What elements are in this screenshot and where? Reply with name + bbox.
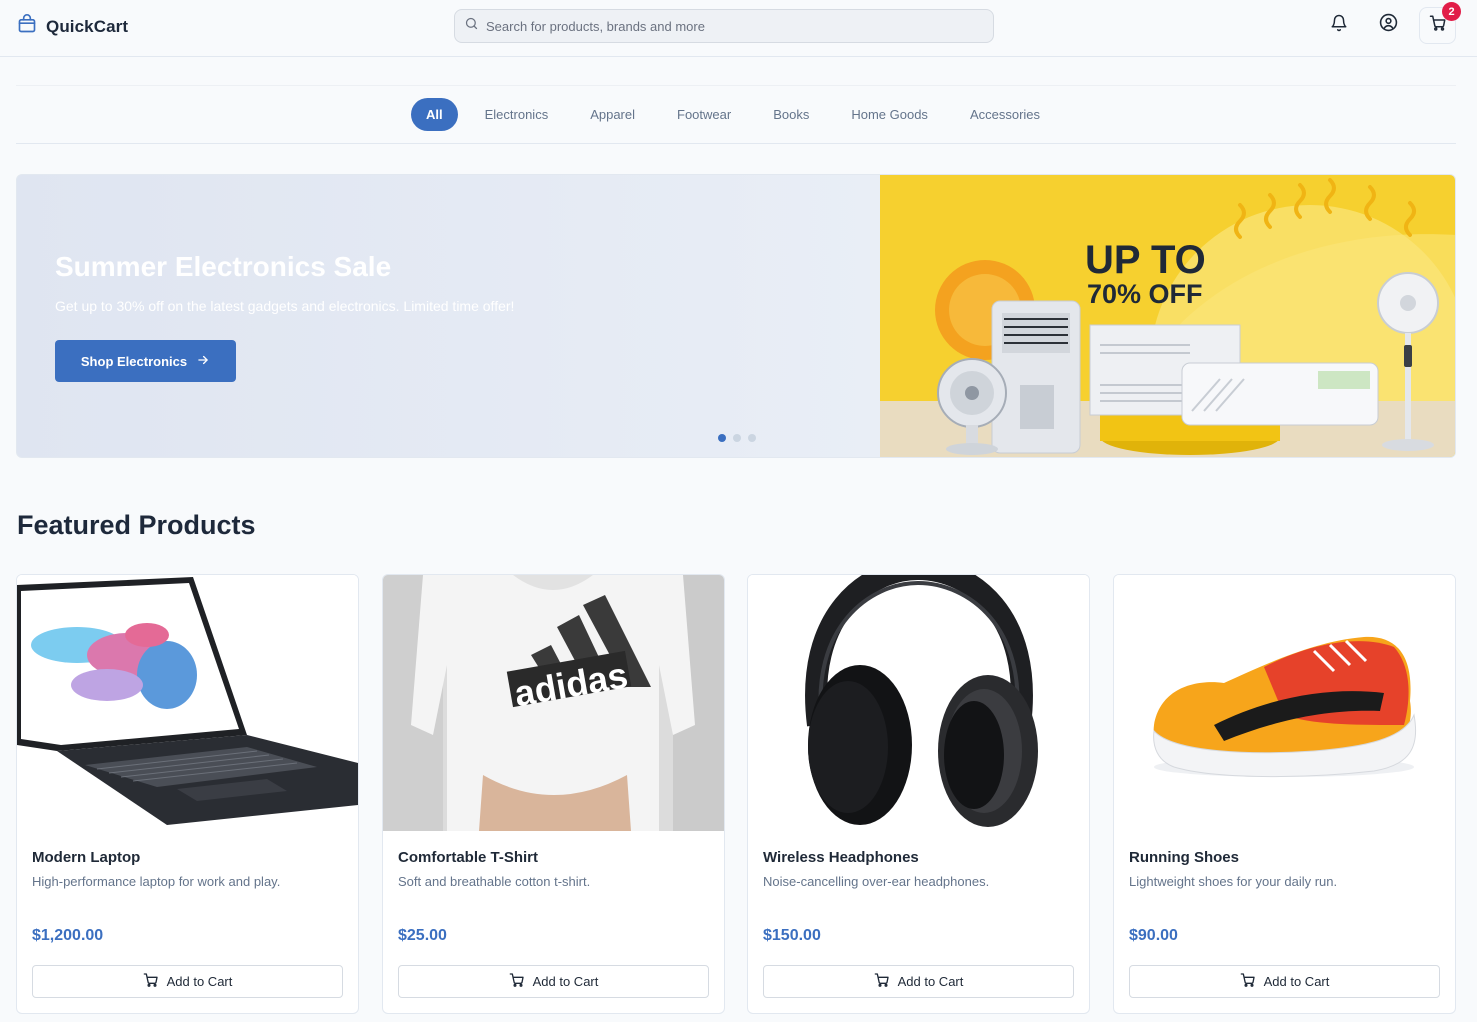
product-name[interactable]: Running Shoes xyxy=(1129,849,1239,866)
hero-title: Summer Electronics Sale xyxy=(55,251,392,282)
account-button[interactable] xyxy=(1377,13,1399,37)
sale-banner-image: UP TO 70% OFF xyxy=(880,175,1455,457)
product-description: High-performance laptop for work and pla… xyxy=(32,874,281,889)
category-nav: All Electronics Apparel Footwear Books H… xyxy=(16,85,1456,144)
user-circle-icon xyxy=(1379,13,1398,37)
product-price: $25.00 xyxy=(398,927,447,944)
add-to-cart-button[interactable]: Add to Cart xyxy=(32,965,343,998)
cart-button[interactable]: 2 xyxy=(1419,2,1461,44)
arrow-right-icon xyxy=(196,353,210,370)
brand-name: QuickCart xyxy=(46,16,129,36)
hero-banner: Summer Electronics Sale Get up to 30% of… xyxy=(16,174,1456,458)
hero-subtitle: Get up to 30% off on the latest gadgets … xyxy=(55,298,515,314)
product-card[interactable]: adidas Comfortable T-Shirt Soft and brea… xyxy=(382,574,725,1014)
shop-electronics-button[interactable]: Shop Electronics xyxy=(55,340,236,382)
product-description: Soft and breathable cotton t-shirt. xyxy=(398,874,591,889)
search-input[interactable] xyxy=(486,18,966,34)
category-home-goods[interactable]: Home Goods xyxy=(830,99,949,130)
category-apparel[interactable]: Apparel xyxy=(569,99,656,130)
add-to-cart-label: Add to Cart xyxy=(897,974,964,989)
product-price: $150.00 xyxy=(763,927,821,944)
add-to-cart-label: Add to Cart xyxy=(1263,974,1330,989)
brand-logo[interactable]: QuickCart xyxy=(17,14,128,39)
category-all[interactable]: All xyxy=(410,98,458,131)
cart-icon xyxy=(874,972,890,991)
cart-count-badge: 2 xyxy=(1442,2,1461,21)
add-to-cart-button[interactable]: Add to Cart xyxy=(1129,965,1440,998)
banner-up-to-text: UP TO xyxy=(1085,238,1206,282)
product-card[interactable]: Running Shoes Lightweight shoes for your… xyxy=(1113,574,1456,1014)
product-image-headphones[interactable] xyxy=(748,575,1089,831)
carousel-dot[interactable] xyxy=(733,434,741,442)
category-electronics[interactable]: Electronics xyxy=(464,99,570,130)
banner-percent-text: 70% OFF xyxy=(1087,279,1203,309)
search-icon xyxy=(464,16,479,36)
category-books[interactable]: Books xyxy=(752,99,830,130)
product-name[interactable]: Modern Laptop xyxy=(32,849,140,866)
cart-icon xyxy=(143,972,159,991)
notifications-button[interactable] xyxy=(1328,14,1350,36)
featured-products-heading: Featured Products xyxy=(17,510,256,540)
category-footwear[interactable]: Footwear xyxy=(656,99,752,130)
product-price: $1,200.00 xyxy=(32,927,104,944)
product-description: Noise-cancelling over-ear headphones. xyxy=(763,874,990,889)
category-accessories[interactable]: Accessories xyxy=(949,99,1061,130)
add-to-cart-label: Add to Cart xyxy=(532,974,599,989)
product-card[interactable]: Wireless Headphones Noise-cancelling ove… xyxy=(747,574,1090,1014)
product-image-shoes[interactable] xyxy=(1114,575,1455,831)
product-description: Lightweight shoes for your daily run. xyxy=(1129,874,1338,889)
carousel-dot[interactable] xyxy=(748,434,756,442)
shopping-bag-icon xyxy=(17,14,37,39)
shop-electronics-label: Shop Electronics xyxy=(80,353,188,369)
bell-icon xyxy=(1330,14,1348,37)
add-to-cart-button[interactable]: Add to Cart xyxy=(398,965,709,998)
product-image-tshirt[interactable]: adidas xyxy=(383,575,724,831)
top-header: QuickCart 2 xyxy=(0,0,1477,57)
search-bar[interactable] xyxy=(454,9,994,43)
cart-icon xyxy=(509,972,525,991)
carousel-dots xyxy=(718,434,756,442)
product-name[interactable]: Comfortable T-Shirt xyxy=(398,849,538,866)
carousel-dot[interactable] xyxy=(718,434,726,442)
cart-icon xyxy=(1240,972,1256,991)
product-card[interactable]: Modern Laptop High-performance laptop fo… xyxy=(16,574,359,1014)
product-image-laptop[interactable] xyxy=(17,575,358,831)
add-to-cart-button[interactable]: Add to Cart xyxy=(763,965,1074,998)
product-name[interactable]: Wireless Headphones xyxy=(763,849,919,866)
product-price: $90.00 xyxy=(1129,927,1178,944)
add-to-cart-label: Add to Cart xyxy=(166,974,233,989)
